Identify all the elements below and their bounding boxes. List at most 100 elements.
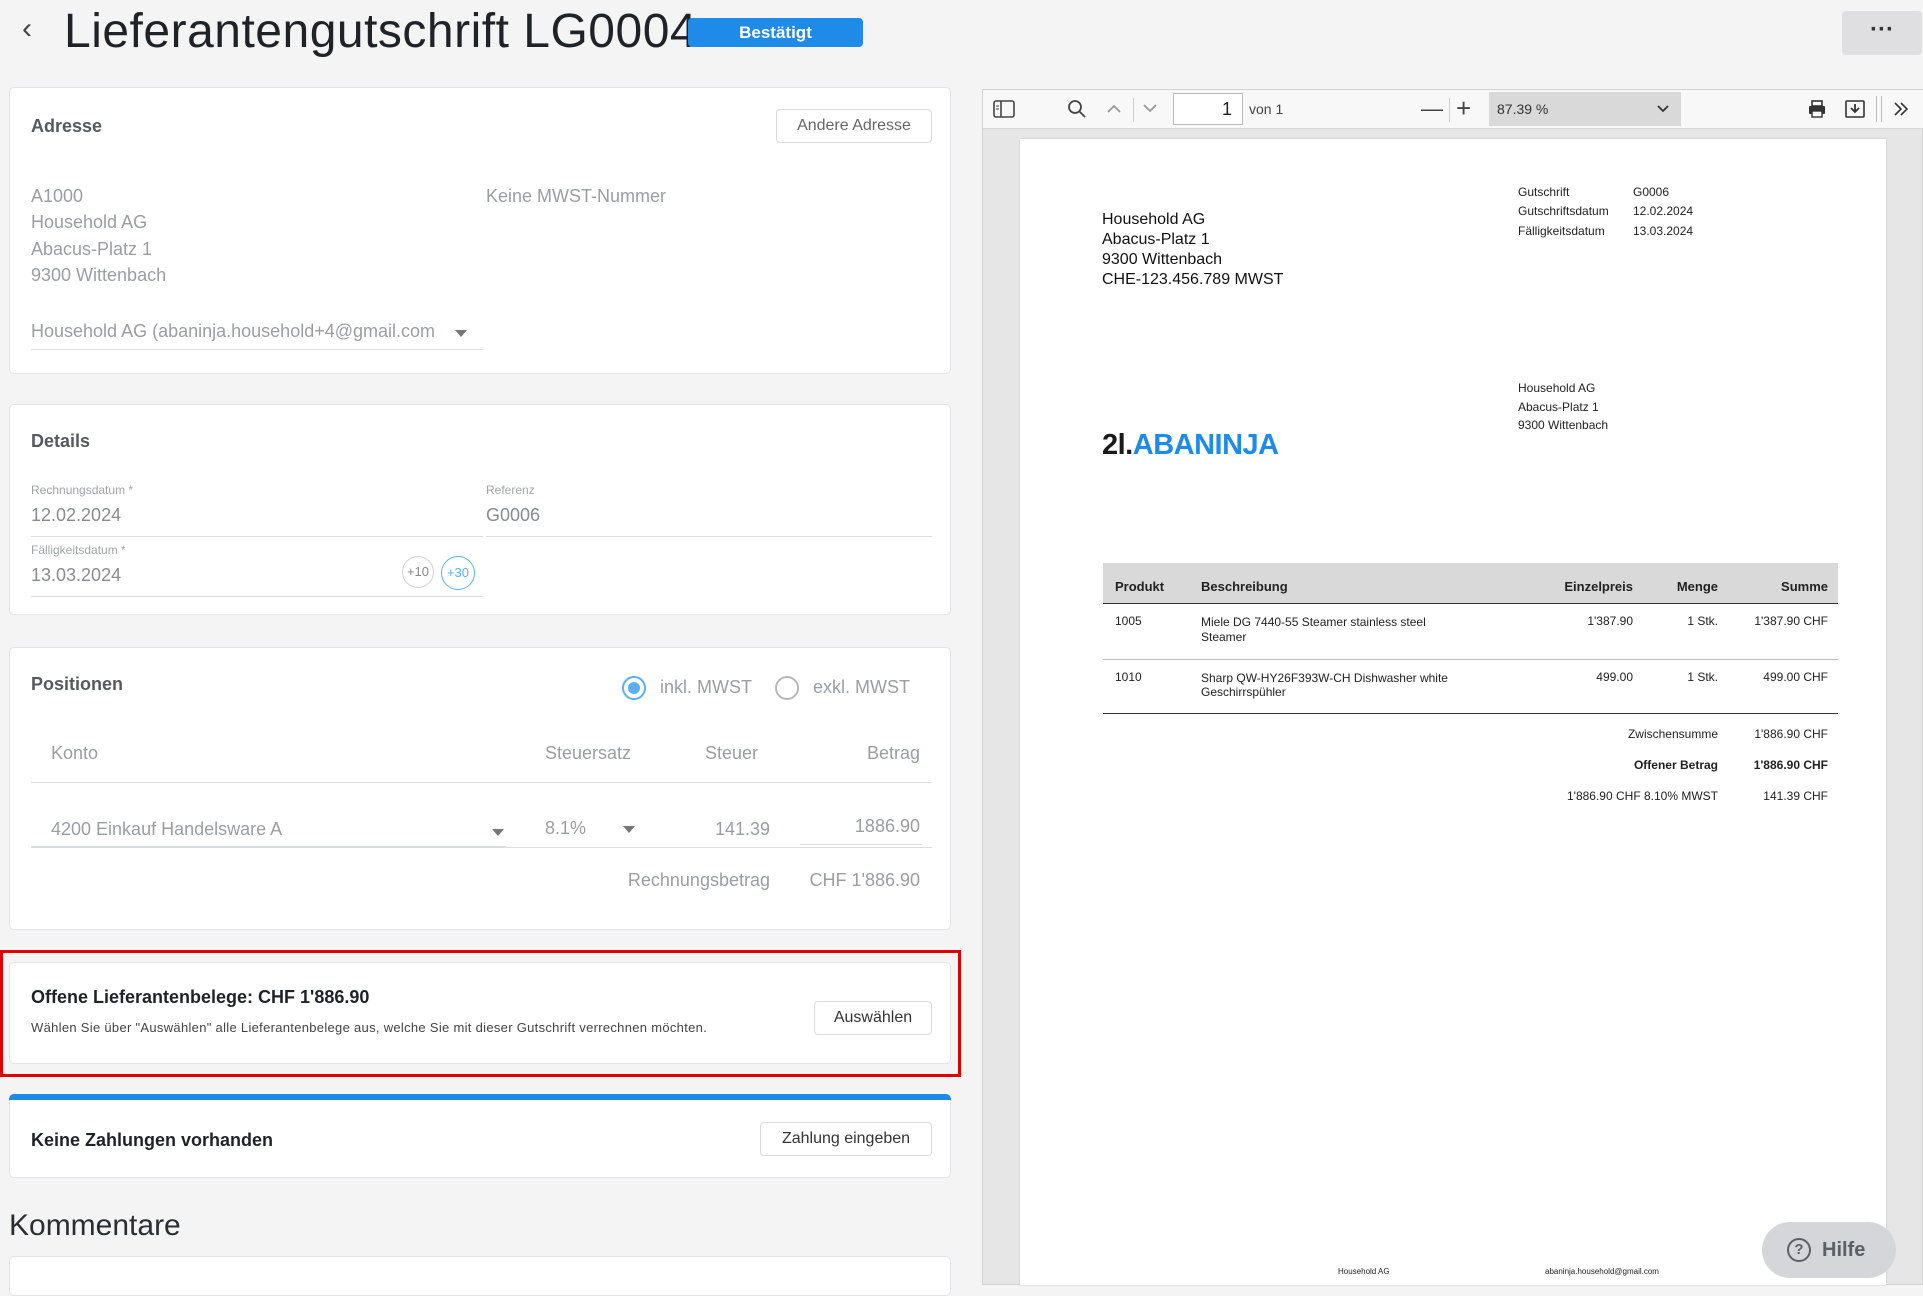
toolbar-separator (1133, 98, 1134, 122)
abaninja-logo: 2l.ABANINJA (1102, 429, 1279, 462)
excl-vat-radio[interactable]: exkl. MWST (775, 676, 925, 700)
plus30-button[interactable]: +30 (441, 556, 475, 590)
search-icon[interactable] (1067, 99, 1087, 124)
radio-empty-icon (775, 676, 799, 700)
sender-line: Household AG (1102, 211, 1206, 228)
excl-vat-label: exkl. MWST (813, 677, 910, 697)
amount-value: 1886.90 (854, 816, 920, 836)
help-button[interactable]: ? Hilfe (1762, 1222, 1896, 1278)
row-sum: 1'387.90 CHF (1754, 614, 1828, 628)
address-card: Adresse Andere Adresse A1000 Household A… (9, 87, 951, 374)
divider (31, 536, 483, 537)
divider (31, 349, 483, 350)
divider (1103, 603, 1838, 604)
incl-vat-radio[interactable]: inkl. MWST (622, 676, 762, 700)
contact-select[interactable]: Household AG (abaninja.household+4@gmail… (31, 318, 483, 350)
divider (31, 782, 932, 783)
account-select[interactable]: 4200 Einkauf Handelsware A (31, 813, 506, 847)
chevron-down-icon (492, 829, 504, 836)
open-amount-value: 1'886.90 CHF (1753, 758, 1828, 772)
subtotal-label: Zwischensumme (1627, 727, 1718, 741)
plus10-button[interactable]: +10 (402, 556, 434, 588)
invoice-date-field[interactable]: 12.02.2024 (31, 505, 121, 526)
tax-value: 141.39 (714, 819, 770, 839)
zoom-select[interactable]: 87.39 % (1489, 92, 1681, 126)
select-button[interactable]: Auswählen (814, 1001, 932, 1035)
vat-value: 141.39 CHF (1763, 789, 1828, 803)
double-chevron-right-icon[interactable] (1891, 99, 1911, 124)
account-value: 4200 Einkauf Handelsware A (51, 819, 283, 839)
print-icon[interactable] (1807, 99, 1827, 124)
toolbar-separator (1881, 96, 1882, 122)
download-icon[interactable] (1844, 99, 1866, 124)
enter-payment-button[interactable]: Zahlung eingeben (760, 1122, 932, 1156)
page-number-input[interactable]: 1 (1173, 93, 1243, 125)
recipient-line: 9300 Wittenbach (1518, 418, 1609, 432)
reference-label: Referenz (486, 483, 535, 497)
footer-email: abaninja.household@gmail.com (1545, 1267, 1659, 1276)
more-options-button[interactable]: ··· (1842, 11, 1922, 55)
other-address-button[interactable]: Andere Adresse (776, 109, 932, 143)
sender-line: CHE-123.456.789 MWST (1102, 271, 1284, 288)
meta-value: 12.02.2024 (1633, 204, 1694, 218)
row-desc: Miele DG 7440-55 Steamer stainless steel (1201, 615, 1426, 629)
invoice-table-header: Produkt Beschreibung Einzelpreis Menge S… (1103, 563, 1838, 603)
page-title: Lieferantengutschrift LG0004 (64, 5, 698, 58)
logo-prefix: 2l. (1102, 429, 1133, 461)
status-badge: Bestätigt (688, 18, 863, 47)
taxrate-select[interactable]: 8.1% (545, 813, 640, 847)
contact-value: Household AG (abaninja.household+4@gmail… (31, 321, 436, 341)
comments-card (9, 1256, 951, 1296)
address-line: 9300 Wittenbach (31, 265, 167, 285)
col-amount: Betrag (866, 743, 920, 763)
meta-value: G0006 (1633, 185, 1670, 199)
page-count: von 1 (1249, 101, 1284, 117)
amount-input[interactable]: 1886.90 (800, 811, 922, 845)
recipient-line: Abacus-Platz 1 (1518, 400, 1599, 414)
row-product: 1010 (1115, 670, 1142, 684)
radio-selected-icon (622, 676, 646, 700)
back-icon[interactable]: ‹ (22, 14, 32, 44)
incl-vat-label: inkl. MWST (660, 677, 752, 697)
chevron-up-icon[interactable] (1105, 100, 1123, 123)
pdf-page: Household AG Abacus-Platz 1 9300 Wittenb… (1020, 139, 1886, 1285)
due-date-label: Fälligkeitsdatum * (31, 543, 126, 557)
logo-text: ABANINJA (1132, 429, 1279, 461)
th-description: Beschreibung (1201, 579, 1288, 594)
meta-label: Gutschriftsdatum (1518, 204, 1609, 218)
positions-card: Positionen inkl. MWST exkl. MWST Konto S… (9, 647, 951, 930)
zoom-out-icon[interactable]: — (1421, 96, 1443, 122)
divider (486, 536, 932, 537)
pdf-toolbar: 1 von 1 — + 87.39 % (983, 90, 1923, 129)
open-documents-description: Wählen Sie über "Auswählen" alle Liefera… (31, 1020, 708, 1035)
sender-line: 9300 Wittenbach (1102, 251, 1223, 268)
divider (1103, 659, 1838, 660)
chevron-down-icon[interactable] (1141, 99, 1159, 122)
details-title: Details (31, 431, 91, 451)
row-desc: Steamer (1201, 630, 1247, 644)
zoom-in-icon[interactable]: + (1456, 93, 1471, 124)
due-date-field[interactable]: 13.03.2024 (31, 565, 121, 586)
recipient-line: Household AG (1518, 381, 1596, 395)
total-value: CHF 1'886.90 (809, 870, 921, 890)
payments-card: Keine Zahlungen vorhanden Zahlung eingeb… (9, 1100, 951, 1178)
open-documents-card: Offene Lieferantenbelege: CHF 1'886.90 W… (9, 962, 951, 1064)
row-desc: Geschirrspühler (1201, 685, 1286, 699)
th-product: Produkt (1115, 579, 1165, 594)
details-card: Details Rechnungsdatum * 12.02.2024 Refe… (9, 404, 951, 615)
meta-value: 13.03.2024 (1633, 224, 1694, 238)
col-account: Konto (51, 743, 99, 763)
vat-label: 1'886.90 CHF 8.10% MWST (1566, 789, 1718, 803)
chevron-down-icon (623, 826, 635, 833)
row-sum: 499.00 CHF (1763, 670, 1828, 684)
divider (1103, 713, 1838, 714)
reference-field[interactable]: G0006 (486, 505, 540, 526)
address-title: Adresse (31, 116, 103, 136)
th-sum: Summe (1781, 579, 1828, 594)
payments-title: Keine Zahlungen vorhanden (31, 1130, 274, 1150)
sidebar-toggle-icon[interactable] (993, 100, 1015, 123)
th-unit-price: Einzelpreis (1564, 579, 1633, 594)
comments-title: Kommentare (9, 1209, 181, 1242)
footer-company: Household AG (1338, 1267, 1390, 1276)
meta-label: Fälligkeitsdatum (1518, 224, 1605, 238)
